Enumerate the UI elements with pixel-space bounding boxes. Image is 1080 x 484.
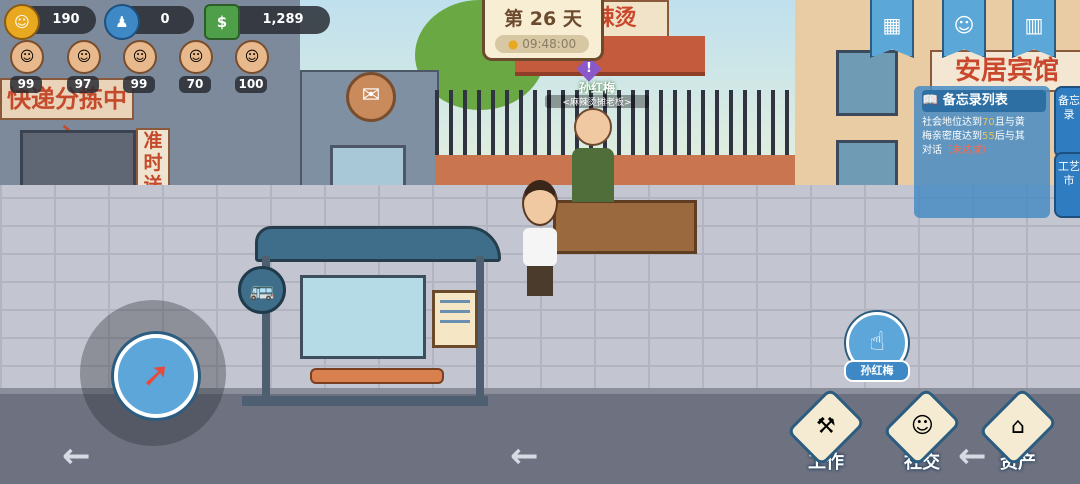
memo-entry: 社会地位达到70且与黄 梅亲密度达到55后与其 对话（未达成） bbox=[922, 116, 1046, 158]
bus-stop-bench bbox=[310, 368, 444, 384]
map-button[interactable]: ▦ bbox=[870, 0, 914, 58]
fame-icon: ♟ bbox=[104, 4, 140, 40]
menu-assets-button[interactable]: ⌂ 资产 bbox=[978, 387, 1058, 476]
player-head bbox=[522, 180, 558, 226]
memo-text: 对话 bbox=[922, 145, 942, 156]
menu-social-button[interactable]: ☺ 社交 bbox=[882, 387, 962, 476]
player-body bbox=[523, 228, 557, 266]
tap-hand-icon: ☝ bbox=[869, 327, 885, 357]
memo-panel[interactable]: 📖 备忘录列表 社会地位达到70且与黄 梅亲密度达到55后与其 对话（未达成） bbox=[914, 86, 1050, 218]
memo-book-icon: 📖 bbox=[922, 93, 939, 108]
tab-craft-market[interactable]: 工艺市 bbox=[1054, 152, 1080, 218]
stat-energy-value: 99 bbox=[123, 76, 155, 93]
hotel-window bbox=[836, 50, 898, 116]
bus-stop-base bbox=[242, 396, 488, 406]
compass-joystick-icon[interactable]: ➚ bbox=[114, 334, 198, 418]
mala-tang-stall[interactable] bbox=[553, 200, 697, 254]
left-arrow-icon: ← bbox=[510, 436, 539, 476]
clock-time: 09:48:00 bbox=[522, 37, 577, 51]
cash-value: 1,289 bbox=[262, 12, 304, 27]
stat-skill-value: 100 bbox=[235, 76, 267, 93]
ranking-button[interactable]: ▥ bbox=[1012, 0, 1056, 58]
stat-charm[interactable]: ☺ 70 bbox=[179, 40, 213, 93]
work-glyph: ⚒ bbox=[816, 414, 836, 440]
stat-skill-icon: ☺ bbox=[235, 40, 269, 74]
stat-charm-value: 70 bbox=[179, 76, 211, 93]
stat-health[interactable]: ☺ 99 bbox=[10, 40, 44, 93]
cash-icon: $ bbox=[204, 4, 240, 40]
gold-coin-icon: ☺ bbox=[4, 4, 40, 40]
stat-health-value: 99 bbox=[10, 76, 42, 93]
stat-mood-value: 97 bbox=[67, 76, 99, 93]
memo-text: 梅亲密度达到 bbox=[922, 131, 982, 142]
vendor-head bbox=[574, 108, 612, 146]
memo-title: 📖 备忘录列表 bbox=[922, 90, 1046, 112]
assets-glyph: ⌂ bbox=[1011, 414, 1025, 439]
gold-value: 190 bbox=[52, 12, 80, 27]
stat-health-icon: ☺ bbox=[10, 40, 44, 74]
day-counter: 第 26 天 bbox=[504, 8, 582, 30]
map-icon: ▦ bbox=[882, 13, 902, 37]
stat-charm-icon: ☺ bbox=[179, 40, 213, 74]
player-character bbox=[520, 180, 560, 296]
player-legs bbox=[527, 266, 553, 296]
ranking-icon: ▥ bbox=[1024, 13, 1044, 37]
memo-text: 后与其 bbox=[994, 131, 1025, 142]
profile-icon: ☺ bbox=[953, 13, 975, 37]
memo-title-text: 备忘录列表 bbox=[942, 93, 1008, 108]
npc-name-label: 孙红梅 bbox=[578, 81, 615, 95]
stat-energy-icon: ☺ bbox=[123, 40, 157, 74]
brick-wall bbox=[435, 155, 795, 185]
memo-highlight: 70 bbox=[982, 117, 995, 128]
vendor-body bbox=[572, 148, 614, 202]
memo-status: （未达成） bbox=[942, 145, 992, 156]
fame-value: 0 bbox=[160, 12, 170, 27]
mail-icon[interactable]: ✉ bbox=[346, 72, 396, 122]
left-arrow-icon: ← bbox=[62, 436, 91, 476]
bus-timetable bbox=[432, 290, 478, 348]
clock-icon: ● bbox=[507, 37, 519, 51]
stat-mood-icon: ☺ bbox=[67, 40, 101, 74]
social-glyph: ☺ bbox=[910, 414, 934, 439]
memo-text: 社会地位达到 bbox=[922, 117, 982, 128]
talk-target-name[interactable]: 孙红梅 bbox=[844, 360, 910, 382]
bus-stop-glass bbox=[300, 275, 426, 359]
tab-memo[interactable]: 备忘录 bbox=[1054, 86, 1080, 158]
profile-button[interactable]: ☺ bbox=[942, 0, 986, 58]
left-arrow-icon: ← bbox=[958, 436, 987, 476]
bus-stop-icon[interactable]: 🚌 bbox=[238, 266, 286, 314]
memo-text: 且与黄 bbox=[994, 117, 1025, 128]
stat-energy[interactable]: ☺ 99 bbox=[123, 40, 157, 93]
day-time-panel: 第 26 天 ● 09:48:00 bbox=[482, 0, 604, 61]
stat-skill[interactable]: ☺ 100 bbox=[235, 40, 269, 93]
menu-work-button[interactable]: ⚒ 工作 bbox=[786, 387, 866, 476]
memo-highlight: 55 bbox=[982, 131, 995, 142]
npc-title-label: <麻辣烫摊老板> bbox=[545, 95, 649, 108]
stat-mood[interactable]: ☺ 97 bbox=[67, 40, 101, 93]
bus-stop-roof bbox=[255, 226, 501, 262]
vendor-npc[interactable] bbox=[572, 108, 614, 202]
clock: ● 09:48:00 bbox=[495, 35, 589, 53]
